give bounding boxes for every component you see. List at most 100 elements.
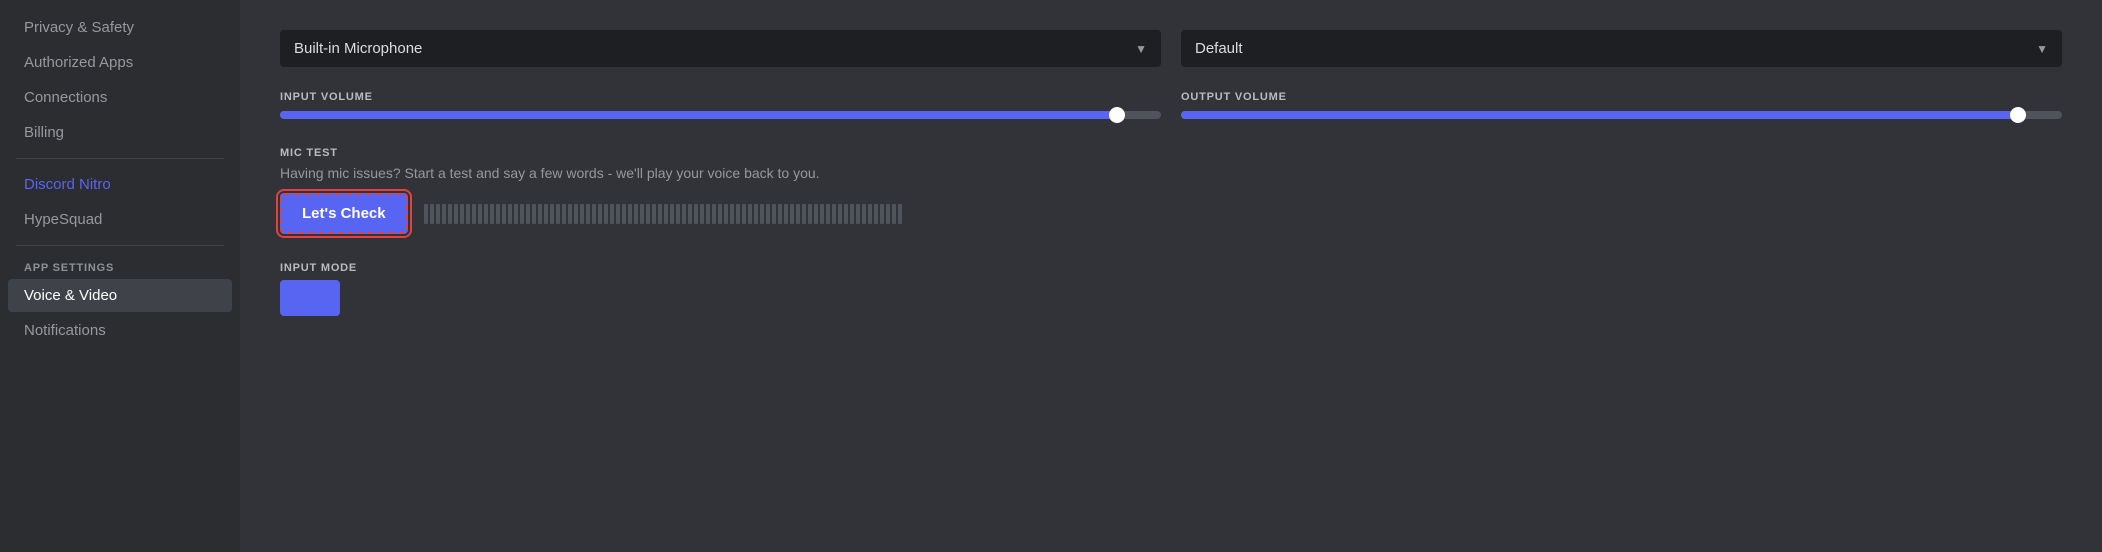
output-volume-wrapper: OUTPUT VOLUME xyxy=(1181,91,2062,119)
mic-bar xyxy=(478,204,482,224)
mic-test-description: Having mic issues? Start a test and say … xyxy=(280,165,2062,181)
input-mode-section: INPUT MODE xyxy=(280,262,2062,316)
mic-bar xyxy=(694,204,698,224)
mic-bar xyxy=(838,204,842,224)
mic-bar xyxy=(868,204,872,224)
mic-test-section: MIC TEST Having mic issues? Start a test… xyxy=(280,147,2062,234)
sidebar-item-billing[interactable]: Billing xyxy=(8,116,232,149)
main-content: Built-in Microphone ▼ Default ▼ INPUT VO… xyxy=(240,0,2102,552)
mic-bar xyxy=(604,204,608,224)
mic-bar xyxy=(820,204,824,224)
mic-bar xyxy=(760,204,764,224)
mic-bar xyxy=(772,204,776,224)
mic-bar xyxy=(556,204,560,224)
output-volume-fill xyxy=(1181,111,2018,119)
mic-bar xyxy=(598,204,602,224)
mic-bar xyxy=(592,204,596,224)
mic-bar xyxy=(466,204,470,224)
mic-bar xyxy=(808,204,812,224)
mic-bar xyxy=(454,204,458,224)
mic-bar xyxy=(490,204,494,224)
mic-test-row: Let's Check xyxy=(280,193,2062,234)
mic-bar xyxy=(532,204,536,224)
output-volume-label: OUTPUT VOLUME xyxy=(1181,91,2062,103)
sidebar-item-voice-video[interactable]: Voice & Video xyxy=(8,279,232,312)
mic-bar xyxy=(514,204,518,224)
output-dropdown-wrapper: Default ▼ xyxy=(1181,30,2062,67)
mic-bar xyxy=(610,204,614,224)
mic-bar xyxy=(424,204,428,224)
mic-bar xyxy=(862,204,866,224)
microphone-dropdown-arrow: ▼ xyxy=(1135,42,1147,56)
input-mode-label: INPUT MODE xyxy=(280,262,2062,274)
mic-bar xyxy=(856,204,860,224)
dropdowns-row: Built-in Microphone ▼ Default ▼ xyxy=(280,30,2062,67)
output-dropdown-arrow: ▼ xyxy=(2036,42,2048,56)
mic-bar xyxy=(898,204,902,224)
mic-bar xyxy=(784,204,788,224)
mic-bar xyxy=(676,204,680,224)
input-volume-wrapper: INPUT VOLUME xyxy=(280,91,1161,119)
sidebar-item-discord-nitro[interactable]: Discord Nitro xyxy=(8,168,232,201)
mic-bar xyxy=(568,204,572,224)
microphone-dropdown-value: Built-in Microphone xyxy=(294,40,422,57)
mic-bar xyxy=(496,204,500,224)
mic-bar xyxy=(796,204,800,224)
output-volume-thumb[interactable] xyxy=(2010,107,2026,123)
sidebar-item-connections[interactable]: Connections xyxy=(8,81,232,114)
mic-bar xyxy=(832,204,836,224)
mic-bar xyxy=(526,204,530,224)
mic-visualizer xyxy=(424,196,2062,232)
mic-bar xyxy=(586,204,590,224)
mic-bar xyxy=(652,204,656,224)
mic-bar xyxy=(706,204,710,224)
mic-bar xyxy=(670,204,674,224)
mic-bar xyxy=(724,204,728,224)
mic-bar xyxy=(802,204,806,224)
mic-bar xyxy=(688,204,692,224)
mic-bar xyxy=(622,204,626,224)
mic-bar xyxy=(472,204,476,224)
mic-bar xyxy=(508,204,512,224)
sidebar-item-notifications[interactable]: Notifications xyxy=(8,314,232,347)
sliders-row: INPUT VOLUME OUTPUT VOLUME xyxy=(280,91,2062,119)
input-volume-thumb[interactable] xyxy=(1109,107,1125,123)
mic-bar xyxy=(484,204,488,224)
mic-bar xyxy=(700,204,704,224)
mic-bar xyxy=(574,204,578,224)
mic-bar xyxy=(538,204,542,224)
mic-bar xyxy=(658,204,662,224)
microphone-dropdown[interactable]: Built-in Microphone ▼ xyxy=(280,30,1161,67)
mic-bar xyxy=(580,204,584,224)
sidebar-divider-1 xyxy=(16,158,224,159)
mic-bar xyxy=(550,204,554,224)
microphone-dropdown-wrapper: Built-in Microphone ▼ xyxy=(280,30,1161,67)
input-mode-bar xyxy=(280,280,340,316)
mic-bar xyxy=(886,204,890,224)
mic-bar xyxy=(562,204,566,224)
output-dropdown[interactable]: Default ▼ xyxy=(1181,30,2062,67)
mic-bar xyxy=(442,204,446,224)
mic-bar xyxy=(646,204,650,224)
sidebar-item-authorized-apps[interactable]: Authorized Apps xyxy=(8,46,232,79)
mic-bar xyxy=(718,204,722,224)
input-volume-fill xyxy=(280,111,1117,119)
sidebar-item-privacy-safety[interactable]: Privacy & Safety xyxy=(8,11,232,44)
mic-bar xyxy=(742,204,746,224)
sidebar-item-hypesquad[interactable]: HypeSquad xyxy=(8,203,232,236)
lets-check-button[interactable]: Let's Check xyxy=(280,193,408,234)
output-dropdown-value: Default xyxy=(1195,40,1243,57)
mic-bar xyxy=(892,204,896,224)
output-volume-track[interactable] xyxy=(1181,111,2062,119)
mic-bar xyxy=(748,204,752,224)
mic-bar xyxy=(754,204,758,224)
mic-bar xyxy=(502,204,506,224)
mic-bar xyxy=(640,204,644,224)
app-settings-label: APP SETTINGS xyxy=(0,254,240,278)
mic-bar xyxy=(616,204,620,224)
mic-bar xyxy=(628,204,632,224)
input-volume-track[interactable] xyxy=(280,111,1161,119)
mic-bar xyxy=(436,204,440,224)
mic-bar xyxy=(766,204,770,224)
mic-bar xyxy=(844,204,848,224)
